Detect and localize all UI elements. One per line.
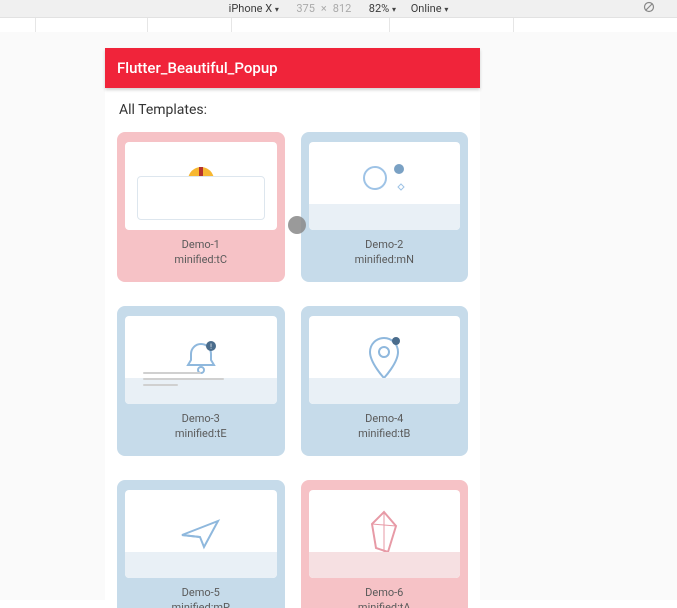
- template-card[interactable]: Demo-4minified:tB: [301, 306, 469, 456]
- device-select[interactable]: iPhone X ▾: [229, 2, 279, 15]
- card-subtitle: minified:tC: [174, 253, 227, 268]
- template-grid: Demo-1minified:tC Demo-2minified:mN! Demo-…: [115, 132, 470, 608]
- card-label: Demo-1minified:tC: [174, 238, 227, 268]
- card-subtitle: minified:tE: [175, 427, 227, 442]
- devtools-device-toolbar: iPhone X ▾ 375 × 812 82% ▾ Online ▾: [0, 0, 677, 18]
- card-label: Demo-3minified:tE: [175, 412, 227, 442]
- card-label: Demo-6minified:tA: [358, 586, 411, 608]
- card-subtitle: minified:mN: [355, 253, 414, 268]
- svg-text:!: !: [210, 343, 212, 351]
- zoom-select[interactable]: 82% ▾: [369, 2, 396, 15]
- pin-icon: [309, 316, 461, 404]
- card-subtitle: minified:mP: [172, 601, 230, 608]
- card-title: Demo-4: [358, 412, 410, 427]
- section-title: All Templates:: [115, 102, 470, 118]
- card-title: Demo-2: [355, 238, 414, 253]
- devtools-ruler: [0, 18, 677, 32]
- rotate-icon[interactable]: [643, 1, 655, 16]
- device-stage: Flutter_Beautiful_Popup All Templates: D…: [0, 32, 677, 600]
- app-page: All Templates: Demo-1minified:tCDemo-2mi…: [105, 88, 480, 608]
- network-select[interactable]: Online ▾: [411, 2, 449, 15]
- card-label: Demo-5minified:mP: [172, 586, 230, 608]
- plane-icon: [125, 490, 277, 578]
- template-card[interactable]: Demo-6minified:tA: [301, 480, 469, 608]
- template-card[interactable]: Demo-5minified:mP: [117, 480, 285, 608]
- card-label: Demo-2minified:mN: [355, 238, 414, 268]
- app-title: Flutter_Beautiful_Popup: [117, 59, 278, 77]
- card-subtitle: minified:tB: [358, 427, 410, 442]
- touch-cursor-icon: [288, 216, 306, 234]
- device-width[interactable]: 375: [296, 2, 315, 15]
- card-label: Demo-4minified:tB: [358, 412, 410, 442]
- moon-icon: [309, 142, 461, 230]
- dim-sep: ×: [321, 2, 327, 15]
- card-title: Demo-5: [172, 586, 230, 601]
- gift-icon: [125, 142, 277, 230]
- card-title: Demo-6: [358, 586, 411, 601]
- template-card[interactable]: Demo-2minified:mN: [301, 132, 469, 282]
- card-title: Demo-1: [174, 238, 227, 253]
- device-height[interactable]: 812: [333, 2, 352, 15]
- chevron-down-icon: ▾: [444, 5, 448, 14]
- bell-icon: !: [125, 316, 277, 404]
- template-card[interactable]: Demo-1minified:tC: [117, 132, 285, 282]
- card-title: Demo-3: [175, 412, 227, 427]
- crystal-icon: [309, 490, 461, 578]
- template-card[interactable]: ! Demo-3minified:tE: [117, 306, 285, 456]
- chevron-down-icon: ▾: [275, 5, 279, 14]
- card-subtitle: minified:tA: [358, 601, 411, 608]
- app-bar: Flutter_Beautiful_Popup: [105, 48, 480, 88]
- chevron-down-icon: ▾: [392, 5, 396, 14]
